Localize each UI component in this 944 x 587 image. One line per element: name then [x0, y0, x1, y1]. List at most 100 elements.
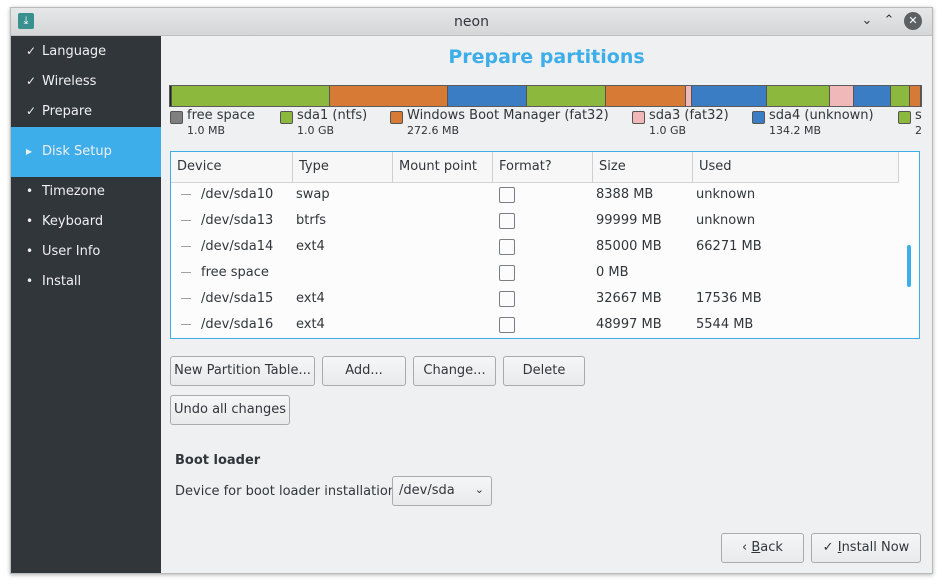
- legend-name: s: [915, 108, 922, 123]
- cell-size: 32667 MB: [596, 291, 662, 306]
- cell-type: ext4: [296, 291, 325, 306]
- table-row[interactable]: /dev/sda10 swap 8388 MB unknown: [171, 182, 899, 208]
- legend-swatch: [170, 111, 183, 124]
- sidebar-item-wireless: ✓ Wireless: [11, 67, 161, 97]
- legend-swatch: [898, 111, 911, 124]
- cell-used: 5544 MB: [696, 317, 754, 332]
- legend-swatch: [752, 111, 765, 124]
- legend-name: free space: [187, 108, 255, 123]
- table-row[interactable]: /dev/sda13 btrfs 99999 MB unknown: [171, 208, 899, 234]
- sidebar-item-label: Prepare: [42, 104, 92, 119]
- cell-device: /dev/sda16: [201, 317, 274, 332]
- sidebar-item-language: ✓ Language: [11, 37, 161, 67]
- bullet-icon: •: [26, 274, 34, 288]
- legend-swatch: [390, 111, 403, 124]
- check-icon: ✓: [26, 74, 37, 88]
- boot-loader-heading: Boot loader: [175, 453, 261, 468]
- legend-name: sda1 (ntfs): [297, 108, 368, 123]
- table-scrollbar[interactable]: [907, 245, 911, 287]
- sidebar-item-label: Wireless: [42, 74, 97, 89]
- back-label: ack: [760, 540, 783, 555]
- legend-size: 272.6 MB: [407, 124, 460, 137]
- table-row[interactable]: /dev/sda16 ext4 48997 MB 5544 MB: [171, 312, 899, 338]
- cell-size: 99999 MB: [596, 213, 662, 228]
- format-checkbox[interactable]: [499, 317, 515, 333]
- bullet-icon: •: [26, 244, 34, 258]
- check-icon: ✓: [822, 540, 834, 555]
- table-row[interactable]: free space 0 MB: [171, 260, 899, 286]
- table-row[interactable]: /dev/sda15 ext4 32667 MB 17536 MB: [171, 286, 899, 312]
- sidebar-item-disk-setup: ▸ Disk Setup: [11, 127, 161, 177]
- cell-size: 8388 MB: [596, 187, 654, 202]
- cell-device: /dev/sda10: [201, 187, 274, 202]
- partition-table[interactable]: Device Type Mount point Format? Size Use…: [170, 151, 920, 339]
- cell-used: 66271 MB: [696, 239, 762, 254]
- format-checkbox[interactable]: [499, 187, 515, 203]
- chevron-down-icon: ⌄: [474, 483, 484, 496]
- legend-name: sda3 (fat32): [649, 108, 729, 123]
- format-checkbox[interactable]: [499, 213, 515, 229]
- undo-all-changes-button[interactable]: Undo all changes: [170, 395, 290, 425]
- cell-size: 48997 MB: [596, 317, 662, 332]
- page-title: Prepare partitions: [448, 46, 645, 68]
- legend-size: 1.0 MB: [187, 124, 226, 137]
- format-checkbox[interactable]: [499, 291, 515, 307]
- sidebar-item-user-info: • User Info: [11, 237, 161, 267]
- format-checkbox[interactable]: [499, 265, 515, 281]
- format-checkbox[interactable]: [499, 239, 515, 255]
- column-header-size[interactable]: Size: [593, 152, 693, 182]
- partition-segment: [605, 86, 686, 106]
- new-partition-table-button[interactable]: New Partition Table...: [170, 356, 315, 386]
- minimize-button[interactable]: ⌄: [858, 12, 876, 30]
- column-header-used[interactable]: Used: [693, 152, 899, 182]
- boot-loader-device-select[interactable]: /dev/sda ⌄: [392, 476, 492, 506]
- sidebar-item-label: Timezone: [42, 184, 105, 199]
- sidebar: ✓ Language ✓ Wireless ✓ Prepare ▸ Disk S…: [11, 36, 161, 573]
- delete-partition-button[interactable]: Delete: [503, 356, 585, 386]
- cell-device: /dev/sda15: [201, 291, 274, 306]
- arrow-right-icon: ▸: [26, 144, 33, 158]
- cell-type: ext4: [296, 317, 325, 332]
- main-content: Prepare partitions free space 1.0 MB sda…: [161, 36, 932, 573]
- sidebar-item-timezone: • Timezone: [11, 177, 161, 207]
- window-title: neon: [454, 14, 489, 30]
- tree-branch-line: [181, 246, 191, 247]
- legend-size: 1.0 GB: [649, 124, 687, 137]
- cell-device: /dev/sda13: [201, 213, 274, 228]
- close-button[interactable]: ✕: [904, 12, 922, 30]
- cell-used: 17536 MB: [696, 291, 762, 306]
- check-icon: ✓: [26, 104, 37, 118]
- column-header-format[interactable]: Format?: [493, 152, 593, 182]
- sidebar-item-label: Language: [42, 44, 107, 59]
- back-accel: B: [751, 540, 761, 555]
- tree-branch-line: [181, 272, 191, 273]
- cell-size: 0 MB: [596, 265, 629, 280]
- column-header-type[interactable]: Type: [293, 152, 393, 182]
- back-button[interactable]: ‹ Back: [721, 533, 804, 563]
- cell-used: unknown: [696, 187, 756, 202]
- legend-size: 134.2 MB: [769, 124, 822, 137]
- add-partition-button[interactable]: Add...: [322, 356, 406, 386]
- legend-name: Windows Boot Manager (fat32): [407, 108, 609, 123]
- cell-device: free space: [201, 265, 269, 280]
- column-header-mount-point[interactable]: Mount point: [393, 152, 493, 182]
- partition-segment: [447, 86, 527, 106]
- partition-segment: [909, 86, 921, 106]
- select-value: /dev/sda: [399, 483, 455, 498]
- table-header: Device Type Mount point Format? Size Use…: [171, 152, 899, 183]
- cell-type: swap: [296, 187, 330, 202]
- cell-device: /dev/sda14: [201, 239, 274, 254]
- tree-branch-line: [181, 298, 191, 299]
- boot-loader-label: Device for boot loader installation:: [175, 484, 401, 499]
- install-now-button[interactable]: ✓ Install Now: [811, 533, 921, 563]
- legend-swatch: [632, 111, 645, 124]
- cell-type: btrfs: [296, 213, 327, 228]
- table-row[interactable]: /dev/sda14 ext4 85000 MB 66271 MB: [171, 234, 899, 260]
- change-partition-button[interactable]: Change...: [413, 356, 496, 386]
- tree-branch-line: [181, 194, 191, 195]
- legend-swatch: [280, 111, 293, 124]
- column-header-device[interactable]: Device: [171, 152, 293, 182]
- partition-segment: [172, 86, 330, 106]
- maximize-button[interactable]: ⌃: [880, 12, 898, 30]
- sidebar-item-label: Disk Setup: [42, 144, 112, 159]
